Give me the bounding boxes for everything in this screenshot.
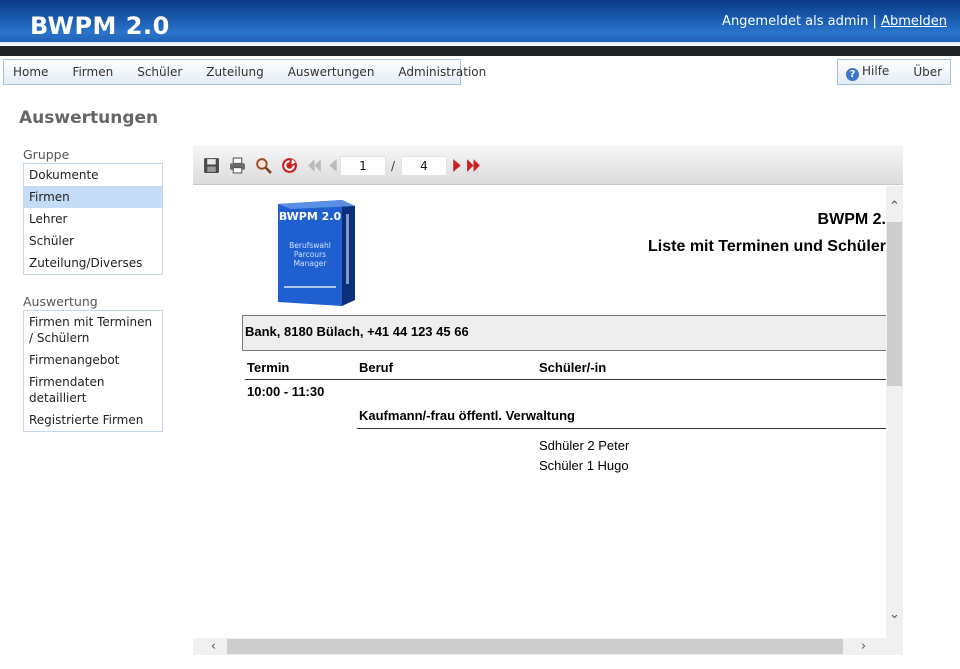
last-page-icon[interactable] [465, 157, 482, 174]
logo-line-1: Berufswahl [289, 241, 331, 250]
profession-rule [357, 428, 886, 429]
next-page-icon[interactable] [449, 157, 466, 174]
help-icon: ? [846, 67, 859, 81]
login-separator: | [872, 14, 877, 29]
group-label: Gruppe [23, 147, 70, 162]
col-header-beruf: Beruf [359, 360, 393, 375]
app-brand: BWPM 2.0 [30, 12, 170, 40]
report-list: Firmen mit Terminen / Schülern Firmenang… [23, 310, 163, 432]
menu-item-zuteilung[interactable]: Zuteilung [194, 65, 275, 79]
logo-line-3: Manager [294, 259, 328, 268]
page-title: Auswertungen [19, 108, 159, 128]
first-page-icon[interactable] [306, 157, 323, 174]
report-title: BWPM 2. [817, 211, 886, 228]
report-item-registrierte[interactable]: Registrierte Firmen [24, 409, 162, 431]
report-item-firmendaten[interactable]: Firmendaten detailliert [24, 371, 162, 409]
save-icon[interactable] [203, 157, 220, 174]
bwpm-logo: BWPM 2.0 Berufswahl Parcours Manager [278, 200, 355, 306]
report-vertical-scrollbar[interactable]: ⌃ ⌄ [886, 186, 903, 638]
refresh-icon[interactable] [281, 157, 298, 174]
header-dark-strip [0, 46, 960, 56]
help-menu: ? Hilfe Über [837, 59, 951, 85]
report-item-firmen-termine[interactable]: Firmen mit Terminen / Schülern [24, 311, 162, 349]
report-horizontal-scrollbar[interactable]: ‹ › [193, 638, 903, 655]
menu-item-firmen[interactable]: Firmen [60, 65, 125, 79]
horizontal-scroll-thumb[interactable] [227, 639, 843, 654]
prev-page-icon[interactable] [324, 157, 341, 174]
col-header-termin: Termin [247, 360, 290, 375]
firm-header: Bank, 8180 Bülach, +41 44 123 45 66 [242, 315, 886, 351]
group-item-dokumente[interactable]: Dokumente [24, 164, 162, 186]
login-status: Angemeldet als admin | Abmelden [722, 14, 947, 29]
total-pages-field: 4 [401, 156, 447, 176]
app-header: BWPM 2.0 Angemeldet als admin | Abmelden [0, 0, 960, 46]
group-item-zuteilung[interactable]: Zuteilung/Diverses [24, 252, 162, 274]
group-item-firmen[interactable]: Firmen [24, 186, 162, 208]
menu-item-auswertungen[interactable]: Auswertungen [276, 65, 387, 79]
group-item-lehrer[interactable]: Lehrer [24, 208, 162, 230]
report-viewer: 1 / 4 BWPM 2.0 Berufswahl Parcours Manag… [193, 145, 903, 657]
profession: Kaufmann/-frau öffentl. Verwaltung [359, 408, 575, 423]
help-label: Hilfe [862, 63, 890, 78]
logo-title: BWPM 2.0 [279, 210, 342, 223]
logo-line-2: Parcours [294, 250, 326, 259]
menu-item-schueler[interactable]: Schüler [125, 65, 194, 79]
scroll-down-icon[interactable]: ⌄ [886, 606, 903, 623]
print-icon[interactable] [229, 157, 246, 174]
current-page-input[interactable]: 1 [340, 156, 386, 176]
group-list: Dokumente Firmen Lehrer Schüler Zuteilun… [23, 163, 163, 275]
scroll-right-icon[interactable]: › [855, 638, 872, 655]
menu-item-ueber[interactable]: Über [899, 65, 954, 79]
col-header-schueler: Schüler/-in [539, 360, 607, 375]
report-label: Auswertung [23, 294, 98, 309]
vertical-scroll-thumb[interactable] [887, 222, 902, 386]
student-entry: Sdhüler 2 Peter [539, 438, 630, 453]
report-item-firmenangebot[interactable]: Firmenangebot [24, 349, 162, 371]
report-subtitle: Liste mit Terminen und Schüler [648, 238, 886, 255]
header-rule [245, 379, 886, 380]
scroll-left-icon[interactable]: ‹ [205, 638, 222, 655]
menu-item-administration[interactable]: Administration [386, 65, 498, 79]
zoom-icon[interactable] [255, 157, 272, 174]
login-text: Angemeldet als admin [722, 14, 869, 29]
group-item-schueler[interactable]: Schüler [24, 230, 162, 252]
page-separator: / [391, 159, 396, 173]
viewer-toolbar: 1 / 4 [193, 145, 903, 185]
scroll-up-icon[interactable]: ⌃ [886, 198, 903, 215]
menu-item-hilfe[interactable]: ? Hilfe [838, 64, 899, 81]
logout-link[interactable]: Abmelden [881, 14, 947, 29]
student-entry: Schüler 1 Hugo [539, 458, 629, 473]
time-slot: 10:00 - 11:30 [247, 384, 325, 399]
menu-item-home[interactable]: Home [4, 65, 60, 79]
report-page: BWPM 2.0 Berufswahl Parcours Manager BWP… [193, 186, 886, 638]
main-menu: Home Firmen Schüler Zuteilung Auswertung… [3, 59, 486, 85]
